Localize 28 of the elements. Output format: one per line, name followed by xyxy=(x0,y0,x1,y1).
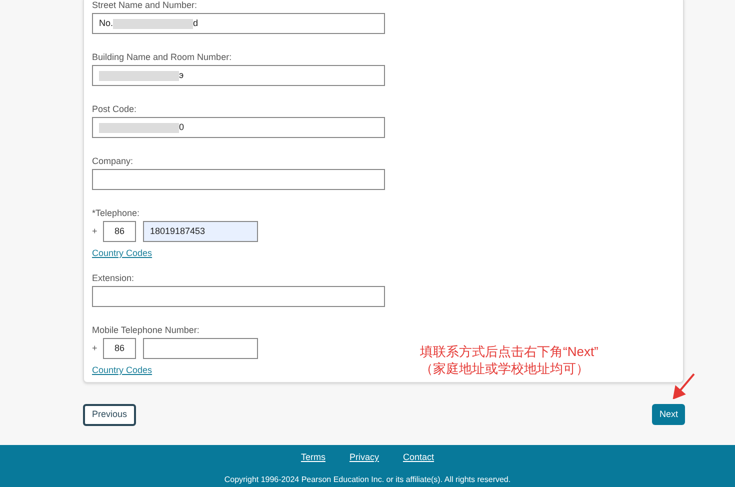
phone-field[interactable]: 18019187453 xyxy=(143,221,258,242)
country-code-field[interactable]: 86 xyxy=(103,338,136,359)
text-field[interactable] xyxy=(92,286,385,307)
text-field[interactable]: No. d xyxy=(92,13,385,34)
country-codes-link[interactable]: Country Codes xyxy=(92,364,152,378)
phone-field[interactable] xyxy=(143,338,258,359)
field-label: Company: xyxy=(92,156,134,168)
plus-sign: + xyxy=(92,342,96,355)
field-label: Post Code: xyxy=(92,104,138,116)
next-button[interactable]: Next xyxy=(652,404,685,425)
annotation-text: 填联系方式后点击右下角“Next” （家庭地址或学校地址均可） xyxy=(420,343,598,377)
country-codes-link[interactable]: Country Codes xyxy=(92,247,152,260)
country-code-field[interactable]: 86 xyxy=(103,221,136,242)
arrow-icon xyxy=(672,373,696,399)
field-label: Street Name and Number: xyxy=(92,0,198,12)
footer-link[interactable]: Terms xyxy=(300,451,326,464)
plus-sign: + xyxy=(92,224,96,238)
previous-button[interactable]: Previous xyxy=(83,404,136,426)
field-label: Extension: xyxy=(92,273,136,285)
text-field[interactable]: 0 xyxy=(92,117,385,138)
footer-link[interactable]: Contact xyxy=(402,451,434,464)
field-label: Mobile Telephone Number: xyxy=(92,325,200,337)
field-label: Building Name and Room Number: xyxy=(92,52,233,64)
copyright-text: Copyright 1996-2024 Pearson Education Inc. or its affiliate(s). All rights reserved. xyxy=(224,474,511,486)
field-label: *Telephone: xyxy=(92,208,141,220)
footer-link[interactable]: Privacy xyxy=(349,451,379,464)
text-field[interactable] xyxy=(92,169,385,190)
text-field[interactable]: э xyxy=(92,65,385,86)
